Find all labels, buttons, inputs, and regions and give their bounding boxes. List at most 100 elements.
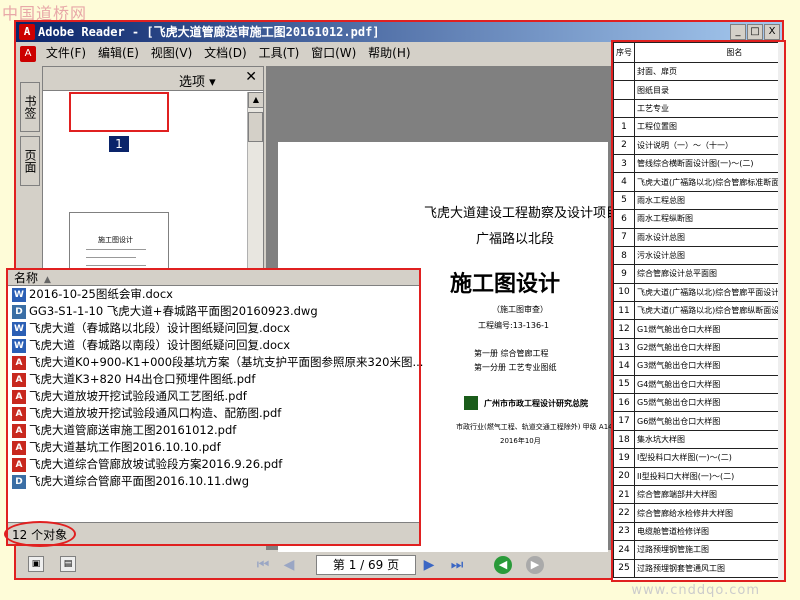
table-row: 5 雨水工程总图 — [613, 190, 784, 211]
tab-bookmarks[interactable]: 书签 — [20, 82, 40, 132]
file-rows: W 2016-10-25图纸会审.docx D GG3-S1-1-10 飞虎大道+春城… — [8, 286, 423, 490]
scroll-thumb[interactable] — [248, 112, 263, 142]
row-index: 18 — [613, 429, 635, 450]
row-index: 24 — [613, 540, 635, 560]
first-page-button[interactable]: ⏮ — [254, 556, 272, 574]
file-row[interactable]: A 飞虎大道管廊送审施工图20161012.pdf — [8, 422, 419, 439]
file-row[interactable]: A 飞虎大道K3+820 H4出仓口预埋件图纸.pdf — [8, 371, 419, 388]
row-index: 9 — [613, 264, 635, 284]
table-row: 2 设计说明（一）～（十一） — [613, 135, 784, 155]
menu-document[interactable]: 文档(D) — [204, 42, 247, 64]
row-drawing-name: 工艺专业 — [634, 98, 784, 119]
row-drawing-name: G6燃气舱出仓口大样图 — [634, 411, 784, 431]
row-drawing-name: II型投料口大样图(一)～(二) — [634, 466, 784, 486]
file-row[interactable]: W 飞虎大道（春城路以南段）设计图纸疑问回复.docx — [8, 337, 419, 354]
page-thumbnail-1[interactable] — [69, 92, 169, 132]
page-number-field[interactable]: 第 1 / 69 页 — [316, 555, 416, 575]
row-drawing-name: 过路预埋钢套管通风工图 — [634, 558, 784, 578]
file-name: 2016-10-25图纸会审.docx — [29, 287, 173, 301]
prev-page-button[interactable]: ◀ — [280, 556, 298, 574]
row-drawing-name: 综合管廊设计总平面图 — [634, 264, 784, 284]
file-name: 飞虎大道K0+900-K1+000段基坑方案（基坑支护平面图参照原来320米图.… — [29, 355, 424, 369]
row-index: 5 — [613, 190, 635, 211]
row-drawing-name: 雨水工程总图 — [634, 190, 784, 211]
restore-button[interactable]: □ — [747, 24, 763, 40]
table-row: 22 综合管廊给水检修井大样图 — [613, 503, 784, 523]
row-drawing-name: 集水坑大样图 — [634, 429, 784, 450]
row-index: 1 — [613, 117, 635, 137]
menu-bar: A 文件(F) 编辑(E) 视图(V) 文档(D) 工具(T) 窗口(W) 帮助… — [16, 42, 616, 64]
row-index: 12 — [613, 319, 635, 339]
watermark-bottom: www.cnddqo.com — [631, 583, 760, 598]
side-tabs: 书签 页面 — [20, 82, 40, 190]
panel-scrollbar[interactable]: ▲ — [247, 92, 264, 297]
close-panel-icon[interactable]: ✕ — [245, 69, 257, 85]
file-row[interactable]: D GG3-S1-1-10 飞虎大道+春城路平面图20160923.dwg — [8, 303, 419, 320]
row-index: 8 — [613, 245, 635, 266]
row-drawing-name: 飞虎大道(广福路以北)综合管廊平面设计图(一)～(十五) — [634, 282, 784, 303]
row-drawing-name: 雨水设计总图 — [634, 227, 784, 247]
row-drawing-name: 电缆舱管道检修详图 — [634, 521, 784, 542]
row-index: 15 — [613, 374, 635, 395]
row-index: 16 — [613, 393, 635, 413]
file-name: 飞虎大道综合管廊放坡试验段方案2016.9.26.pdf — [29, 457, 283, 471]
thumbnail-line — [86, 257, 136, 258]
table-row: 12 G1燃气舱出仓口大样图 — [613, 319, 784, 339]
row-index: 14 — [613, 356, 635, 376]
table-row: 工艺专业 — [613, 98, 784, 119]
scroll-up-arrow-icon[interactable]: ▲ — [248, 92, 264, 108]
back-view-button[interactable]: ◀ — [494, 556, 512, 574]
drawing-index-table: 序号 图名 封面、扉页 图纸目录 工艺专业 1 工程位置图 2 设计说明（一）～（十一） 3 管… — [613, 42, 784, 578]
title-bar[interactable]: A Adobe Reader - [飞虎大道管廊送审施工图20161012.pd… — [16, 22, 782, 42]
tab-pages[interactable]: 页面 — [20, 136, 40, 186]
menu-tools[interactable]: 工具(T) — [259, 42, 300, 64]
index-scrollbar[interactable] — [778, 42, 784, 580]
file-row[interactable]: A 飞虎大道基坑工作图2016.10.10.pdf — [8, 439, 419, 456]
row-drawing-name: 综合管廊端部井大样图 — [634, 484, 784, 505]
last-page-button[interactable]: ⏭ — [448, 556, 466, 574]
table-row: 14 G3燃气舱出仓口大样图 — [613, 356, 784, 376]
adobe-reader-icon: A — [19, 24, 35, 40]
bottom-toolbar: ▣ ▤ ⏮ ◀ 第 1 / 69 页 ▶ ⏭ ◀ ▶ — [16, 552, 612, 578]
close-button[interactable]: X — [764, 24, 780, 40]
file-row[interactable]: W 2016-10-25图纸会审.docx — [8, 286, 419, 303]
project-section: 广福路以北段 — [476, 232, 555, 247]
table-row: 15 G4燃气舱出仓口大样图 — [613, 374, 784, 395]
view-mode-icon[interactable]: ▣ — [28, 556, 44, 572]
row-index: 23 — [613, 521, 635, 542]
menu-file[interactable]: 文件(F) — [46, 42, 86, 64]
file-row[interactable]: D 飞虎大道综合管廊平面图2016.10.11.dwg — [8, 473, 419, 490]
forward-view-button[interactable]: ▶ — [526, 556, 544, 574]
file-row[interactable]: W 飞虎大道（春城路以北段）设计图纸疑问回复.docx — [8, 320, 419, 337]
file-name: 飞虎大道综合管廊平面图2016.10.11.dwg — [29, 474, 250, 488]
organization-name: 广州市市政工程设计研究总院 — [484, 399, 588, 408]
file-row[interactable]: A 飞虎大道放坡开挖试验段通风口构造、配筋图.pdf — [8, 405, 419, 422]
menu-help[interactable]: 帮助(H) — [368, 42, 410, 64]
row-index: 20 — [613, 466, 635, 486]
row-index: 3 — [613, 153, 635, 174]
table-row: 6 雨水工程纵断图 — [613, 209, 784, 229]
menu-window[interactable]: 窗口(W) — [311, 42, 356, 64]
row-drawing-name: I型投料口大样图(一)～(二) — [634, 448, 784, 468]
header-drawing-name: 图名 — [634, 42, 784, 63]
row-drawing-name: 飞虎大道(广福路以北)综合管廊标准断面图(一)～(二) — [634, 172, 784, 192]
document-icon[interactable]: A — [20, 45, 36, 62]
table-row: 9 综合管廊设计总平面图 — [613, 264, 784, 284]
highlight-ellipse — [4, 521, 76, 547]
row-drawing-name: 封面、扉页 — [634, 61, 784, 82]
menu-view[interactable]: 视图(V) — [151, 42, 193, 64]
file-name: 飞虎大道（春城路以北段）设计图纸疑问回复.docx — [29, 321, 291, 335]
options-menu[interactable]: 选项 ▾ — [179, 71, 216, 90]
file-row[interactable]: A 飞虎大道放坡开挖试验段通风工艺图纸.pdf — [8, 388, 419, 405]
row-index — [613, 98, 635, 119]
column-header-name[interactable]: 名称 ▲ — [8, 270, 419, 286]
docx-file-icon: W — [12, 287, 26, 302]
table-row: 24 过路预埋钢管施工图 — [613, 540, 784, 560]
file-row[interactable]: A 飞虎大道K0+900-K1+000段基坑方案（基坑支护平面图参照原来320米图… — [8, 354, 423, 371]
next-page-button[interactable]: ▶ — [420, 556, 438, 574]
minimize-button[interactable]: _ — [730, 24, 746, 40]
file-row[interactable]: A 飞虎大道综合管廊放坡试验段方案2016.9.26.pdf — [8, 456, 419, 473]
project-number: 工程编号:13-136-1 — [478, 321, 550, 330]
menu-edit[interactable]: 编辑(E) — [98, 42, 139, 64]
page-icon[interactable]: ▤ — [60, 556, 76, 572]
